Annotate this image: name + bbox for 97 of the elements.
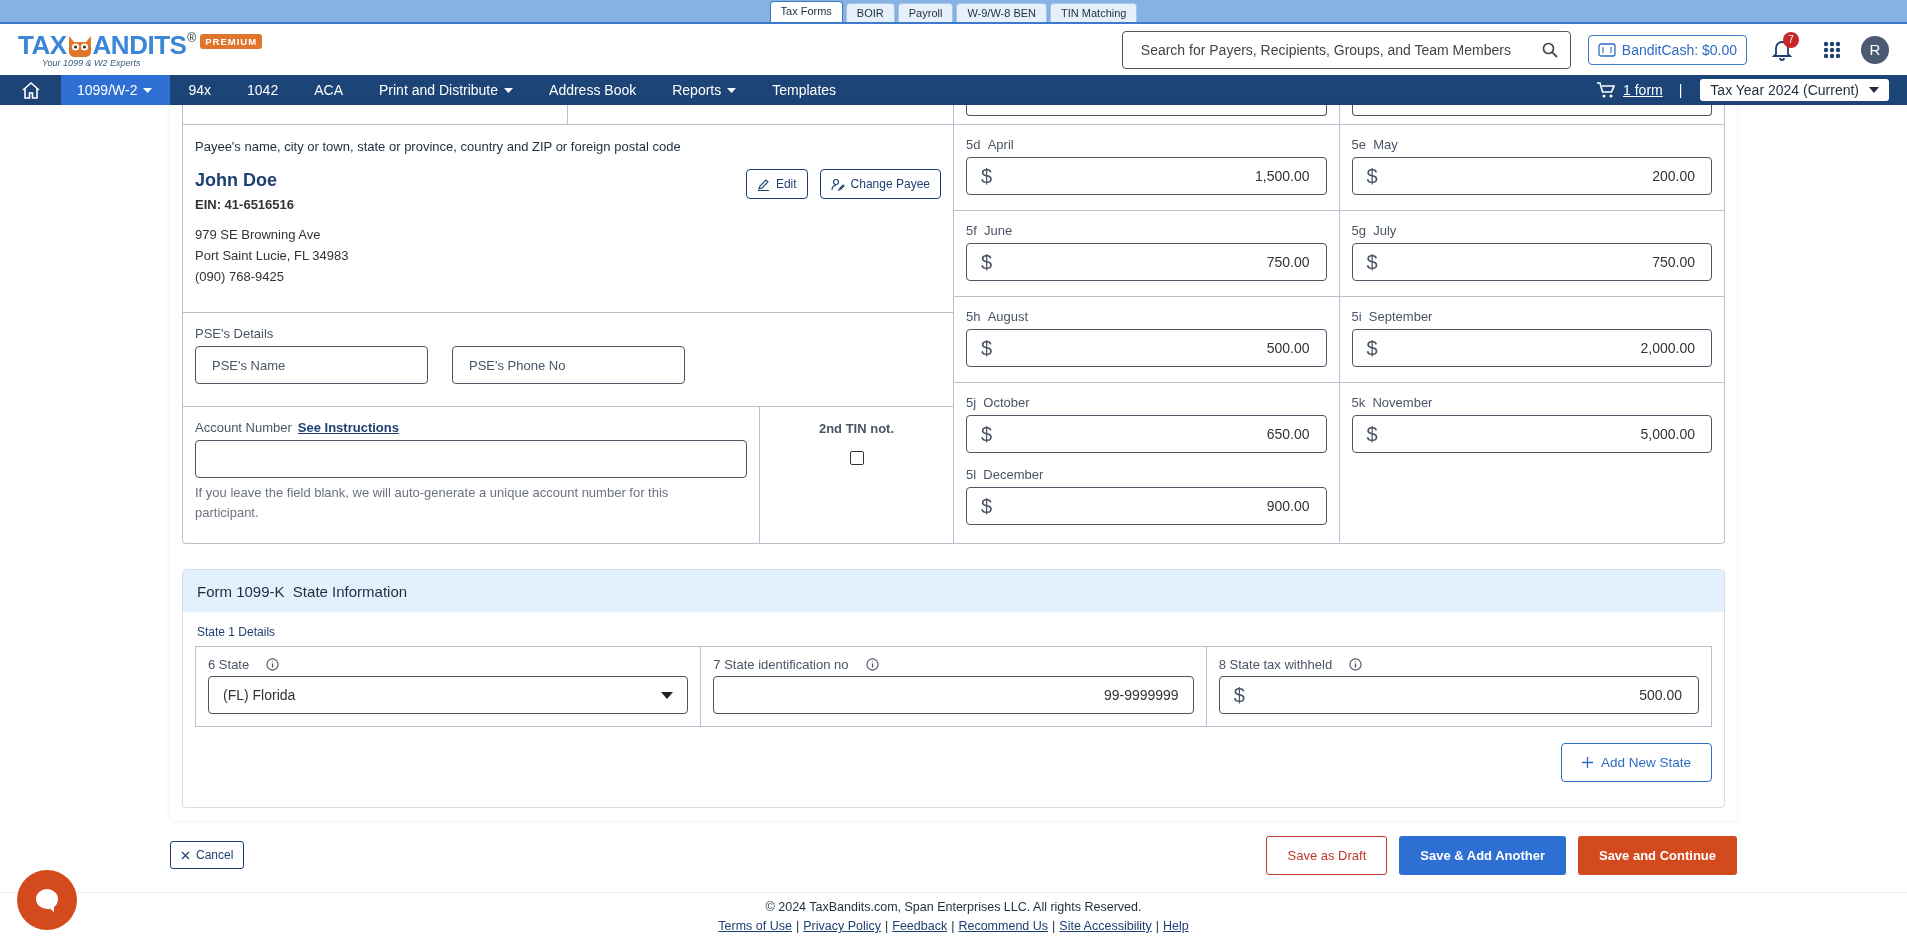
chat-icon[interactable] xyxy=(17,870,77,930)
field-label: 5h August xyxy=(966,309,1030,324)
info-icon xyxy=(1349,658,1363,671)
nav-item[interactable]: 94x xyxy=(170,75,230,105)
change-payee-button[interactable]: Change Payee xyxy=(819,169,941,199)
field-label: 5e May xyxy=(1351,137,1399,152)
field-label: 5l December xyxy=(966,467,1045,482)
field-label: 5i September xyxy=(1351,309,1434,324)
field-label: 5f June xyxy=(966,223,1014,238)
product-tab[interactable]: Payroll xyxy=(897,3,954,22)
info-icon xyxy=(865,658,879,671)
search-icon xyxy=(1541,41,1558,58)
footer-link[interactable]: Privacy Policy xyxy=(803,919,881,933)
bandit-cash-button[interactable]: BanditCash: $0.00 xyxy=(1587,34,1747,65)
dropdown-arrow-icon xyxy=(661,691,674,699)
section-subtitle: State 1 Details xyxy=(197,625,277,639)
separator: | xyxy=(1052,919,1056,933)
address-line: 979 SE Browning Ave xyxy=(195,226,322,244)
amount-field[interactable]: $ 900.00 xyxy=(966,487,1327,525)
state-dropdown[interactable]: (FL) Florida xyxy=(208,676,689,714)
separator: | xyxy=(951,919,955,933)
nav-item[interactable]: 1099/W-2 xyxy=(61,75,171,105)
cart-icon[interactable] xyxy=(1597,82,1616,98)
checkbox[interactable] xyxy=(849,451,864,465)
separator: | xyxy=(1155,919,1159,933)
amount-field[interactable]: $ 500.00 xyxy=(1218,676,1699,714)
product-tab[interactable]: W-9/W-8 BEN xyxy=(956,3,1048,22)
add-new-state-button[interactable]: Add New State xyxy=(1560,743,1712,782)
action-button[interactable]: Save & Add Another xyxy=(1399,835,1566,875)
notification-count: 7 xyxy=(1783,31,1799,48)
input-field[interactable]: 99-9999999 xyxy=(713,676,1194,714)
field-label: 8 State tax withheld xyxy=(1218,657,1333,672)
apps-grid-icon[interactable] xyxy=(1823,40,1841,59)
field-label: 6 State xyxy=(208,657,250,672)
cart-link[interactable]: 1 form xyxy=(1623,82,1663,98)
amount-field[interactable]: $ 200.00 xyxy=(1351,157,1712,195)
field-label: PSE's Details xyxy=(195,326,275,341)
person-edit-icon xyxy=(830,177,845,191)
footer-link[interactable]: Help xyxy=(1162,919,1189,933)
input-field[interactable] xyxy=(195,440,747,478)
footer-link[interactable]: Terms of Use xyxy=(718,919,792,933)
amount-field[interactable]: $ 1,500.00 xyxy=(966,157,1327,195)
info-icon xyxy=(266,658,280,671)
action-button[interactable]: Save and Continue xyxy=(1577,835,1737,875)
amount-field[interactable]: $ 500.00 xyxy=(966,329,1327,367)
amount-field[interactable]: $ 2,000.00 xyxy=(1351,329,1712,367)
section-title: Form 1099-K State Information xyxy=(183,570,1724,612)
separator: | xyxy=(885,919,889,933)
dropdown-arrow-icon xyxy=(1869,87,1879,93)
payee-name: John Doe xyxy=(195,170,277,191)
separator: | xyxy=(1678,82,1683,98)
amount-field[interactable]: $ 750.00 xyxy=(966,243,1327,281)
edit-button[interactable]: Edit xyxy=(745,169,808,199)
separator: | xyxy=(795,919,800,933)
field-label: 7 State identification no xyxy=(713,657,849,672)
nav-item[interactable]: Print and Distribute xyxy=(361,75,532,105)
nav-item[interactable]: 1042 xyxy=(229,75,297,105)
input-field[interactable]: PSE's Phone No xyxy=(452,346,685,384)
footer-link[interactable]: Site Accessibility xyxy=(1059,919,1152,933)
input-field[interactable] xyxy=(966,105,1327,116)
amount-field[interactable]: $ 750.00 xyxy=(1351,243,1712,281)
product-tab[interactable]: BOIR xyxy=(845,3,895,22)
user-avatar[interactable]: R xyxy=(1861,35,1889,64)
nav-item[interactable]: Reports xyxy=(654,75,755,105)
copyright-text: © 2024 TaxBandits.com, Span Enterprises LLC. All rights Reserved. xyxy=(765,900,1142,914)
nav-item[interactable]: Templates xyxy=(754,75,855,105)
field-label: 5k November xyxy=(1351,395,1434,410)
field-label: Account Number See Instructions xyxy=(195,420,400,435)
payee-ein: EIN: 41-6516516 xyxy=(195,197,295,212)
action-button[interactable]: Save as Draft xyxy=(1266,835,1388,875)
pencil-icon xyxy=(756,177,770,191)
cancel-button[interactable]: Cancel xyxy=(170,841,245,869)
plus-icon xyxy=(1581,757,1593,768)
input-field[interactable] xyxy=(1351,105,1712,116)
address-line: Port Saint Lucie, FL 34983 xyxy=(195,247,350,265)
field-label: 5d April xyxy=(966,137,1015,152)
input-field[interactable]: PSE's Name xyxy=(195,346,428,384)
address-line: (090) 768-9425 xyxy=(195,268,285,286)
footer-link[interactable]: Recommend Us xyxy=(958,919,1049,933)
helper-text: If you leave the field blank, we will auto-generate a unique account number for this participant. xyxy=(195,484,670,522)
search-field[interactable]: Search for Payers, Recipients, Groups, and Team Members xyxy=(1121,30,1571,69)
checkbox-label: 2nd TIN not. xyxy=(818,421,895,436)
wallet-icon xyxy=(1597,42,1616,57)
field-label: 5j October xyxy=(966,395,1031,410)
logo[interactable]: TAX ANDITS® PREMIUM Your 1099 & W2 Experts xyxy=(18,31,263,68)
instructions-link[interactable]: See Instructions xyxy=(297,420,399,435)
amount-field[interactable]: $ 5,000.00 xyxy=(1351,415,1712,453)
amount-field[interactable]: $ 650.00 xyxy=(966,415,1327,453)
product-tab[interactable]: TIN Matching xyxy=(1050,3,1138,22)
footer-link[interactable]: Feedback xyxy=(892,919,948,933)
nav-item[interactable]: ACA xyxy=(296,75,361,105)
field-label: Payee's name, city or town, state or province, country and ZIP or foreign postal code xyxy=(195,139,682,154)
nav-item[interactable]: Address Book xyxy=(531,75,655,105)
field-label: 5g July xyxy=(1351,223,1398,238)
tax-year-dropdown[interactable]: Tax Year 2024 (Current) xyxy=(1700,79,1889,101)
close-icon xyxy=(181,850,190,860)
product-tab[interactable]: Tax Forms xyxy=(769,1,843,22)
